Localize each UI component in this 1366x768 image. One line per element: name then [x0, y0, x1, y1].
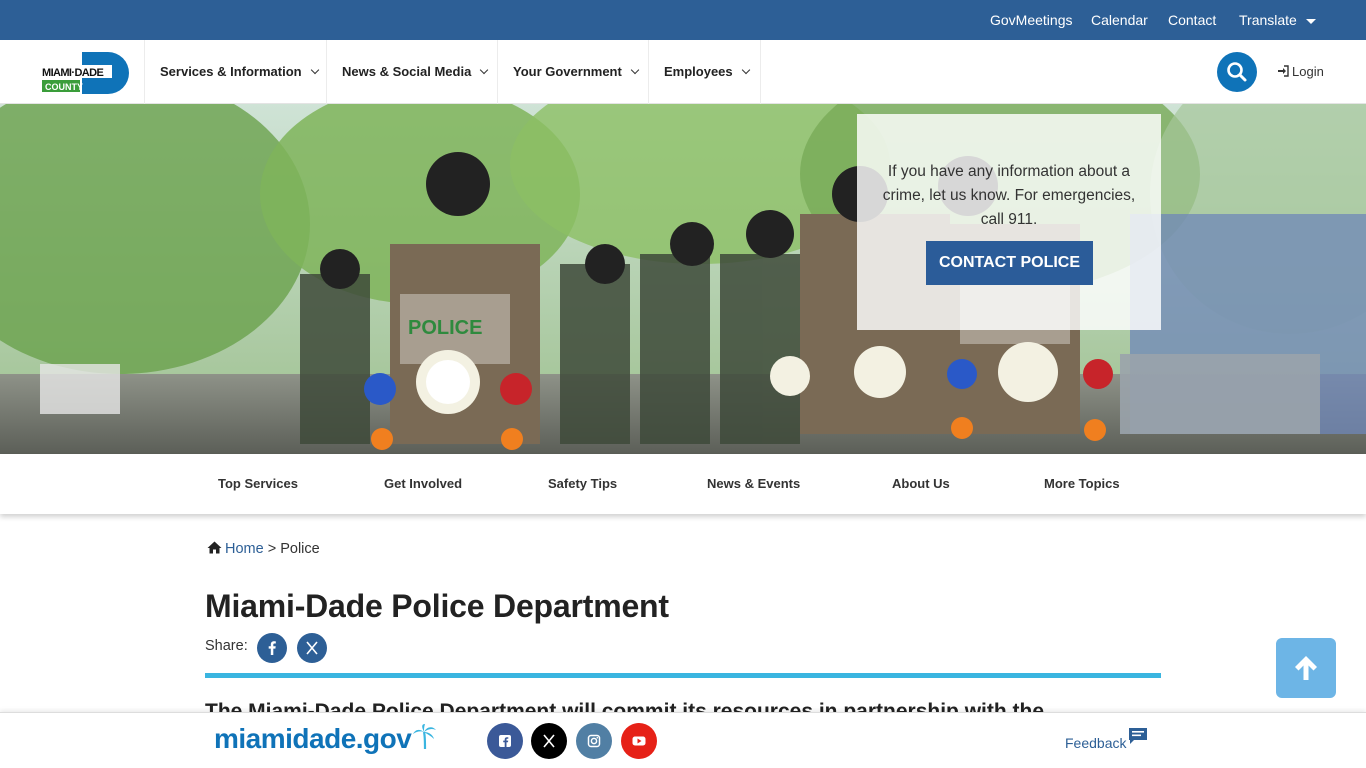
login-label: Login	[1292, 64, 1324, 79]
logo-wordmark: MIAMI·DADE	[42, 67, 103, 79]
footer-instagram-button[interactable]	[576, 723, 612, 759]
arrow-up-icon	[1295, 656, 1317, 680]
breadcrumb-current: Police	[280, 541, 320, 557]
chat-bubble-icon[interactable]	[1128, 727, 1148, 745]
footer-facebook-button[interactable]	[487, 723, 523, 759]
caret-down-icon	[1305, 18, 1316, 24]
x-icon	[306, 641, 318, 655]
subnav-get-involved[interactable]: Get Involved	[384, 454, 462, 514]
subnav-safety-tips[interactable]: Safety Tips	[548, 454, 617, 514]
accent-divider	[205, 673, 1161, 678]
subnav-more-topics[interactable]: More Topics	[1044, 454, 1120, 514]
breadcrumb-home-link[interactable]: Home	[225, 541, 264, 557]
contact-link[interactable]: Contact	[1168, 0, 1216, 40]
govmeetings-link[interactable]: GovMeetings	[990, 0, 1072, 40]
page-title: Miami-Dade Police Department	[205, 588, 669, 624]
translate-label: Translate	[1239, 12, 1297, 28]
subnav-news-events[interactable]: News & Events	[707, 454, 800, 514]
callout-text: If you have any information about a crim…	[882, 163, 1136, 228]
feedback-link[interactable]: Feedback	[1065, 735, 1126, 751]
nav-services-information[interactable]: Services & Information	[144, 40, 327, 104]
chevron-down-icon	[630, 65, 640, 75]
chevron-down-icon	[480, 65, 489, 75]
logo-county: COUNTY	[45, 82, 83, 92]
search-icon	[1227, 62, 1247, 82]
nav-label: Services & Information	[160, 64, 302, 79]
subnav-top-services[interactable]: Top Services	[218, 454, 298, 514]
main-header: MIAMI·DADE COUNTY Services & Information…	[0, 40, 1366, 104]
back-to-top-button[interactable]	[1276, 638, 1336, 698]
sign-in-icon	[1278, 65, 1289, 77]
hero-banner: POLICE If you have any information about…	[0, 104, 1366, 454]
share-label: Share:	[205, 638, 248, 654]
calendar-link[interactable]: Calendar	[1091, 0, 1148, 40]
chevron-down-icon	[741, 65, 750, 75]
nav-news-social-media[interactable]: News & Social Media	[326, 40, 498, 104]
search-button[interactable]	[1217, 52, 1257, 92]
footer-brand-text: miamidade.gov	[214, 723, 412, 754]
nav-label: Your Government	[513, 64, 622, 79]
share-facebook-button[interactable]	[257, 633, 287, 663]
chevron-down-icon	[310, 65, 319, 75]
breadcrumb: Home > Police	[207, 539, 320, 559]
breadcrumb-separator: >	[267, 541, 277, 557]
facebook-icon	[499, 735, 511, 747]
facebook-icon	[268, 641, 276, 655]
windshield-signage: POLICE	[408, 317, 482, 339]
nav-employees[interactable]: Employees	[648, 40, 761, 104]
contact-police-button[interactable]: CONTACT POLICE	[926, 241, 1093, 285]
home-icon	[207, 541, 222, 554]
miamidade-gov-wordmark[interactable]: miamidade.gov	[214, 723, 437, 755]
footer-bar: miamidade.gov Feedback	[0, 712, 1366, 768]
utility-bar: GovMeetings Calendar Contact Translate	[0, 0, 1366, 40]
instagram-icon	[587, 734, 601, 748]
footer-youtube-button[interactable]	[621, 723, 657, 759]
x-icon	[543, 734, 555, 748]
nav-label: News & Social Media	[342, 64, 472, 79]
nav-divider	[760, 40, 761, 104]
translate-dropdown[interactable]: Translate	[1239, 0, 1316, 40]
nav-label: Employees	[664, 64, 733, 79]
section-nav: Top Services Get Involved Safety Tips Ne…	[0, 454, 1366, 514]
miami-dade-logo[interactable]: MIAMI·DADE COUNTY	[40, 52, 130, 94]
nav-your-government[interactable]: Your Government	[497, 40, 649, 104]
share-x-button[interactable]	[297, 633, 327, 663]
footer-x-button[interactable]	[531, 723, 567, 759]
youtube-icon	[632, 736, 646, 746]
contact-callout: If you have any information about a crim…	[857, 114, 1161, 330]
subnav-about-us[interactable]: About Us	[892, 454, 950, 514]
palm-tree-icon	[413, 724, 437, 750]
police-motorcycles-photo: POLICE	[0, 104, 1366, 454]
login-link[interactable]: Login	[1277, 40, 1324, 104]
